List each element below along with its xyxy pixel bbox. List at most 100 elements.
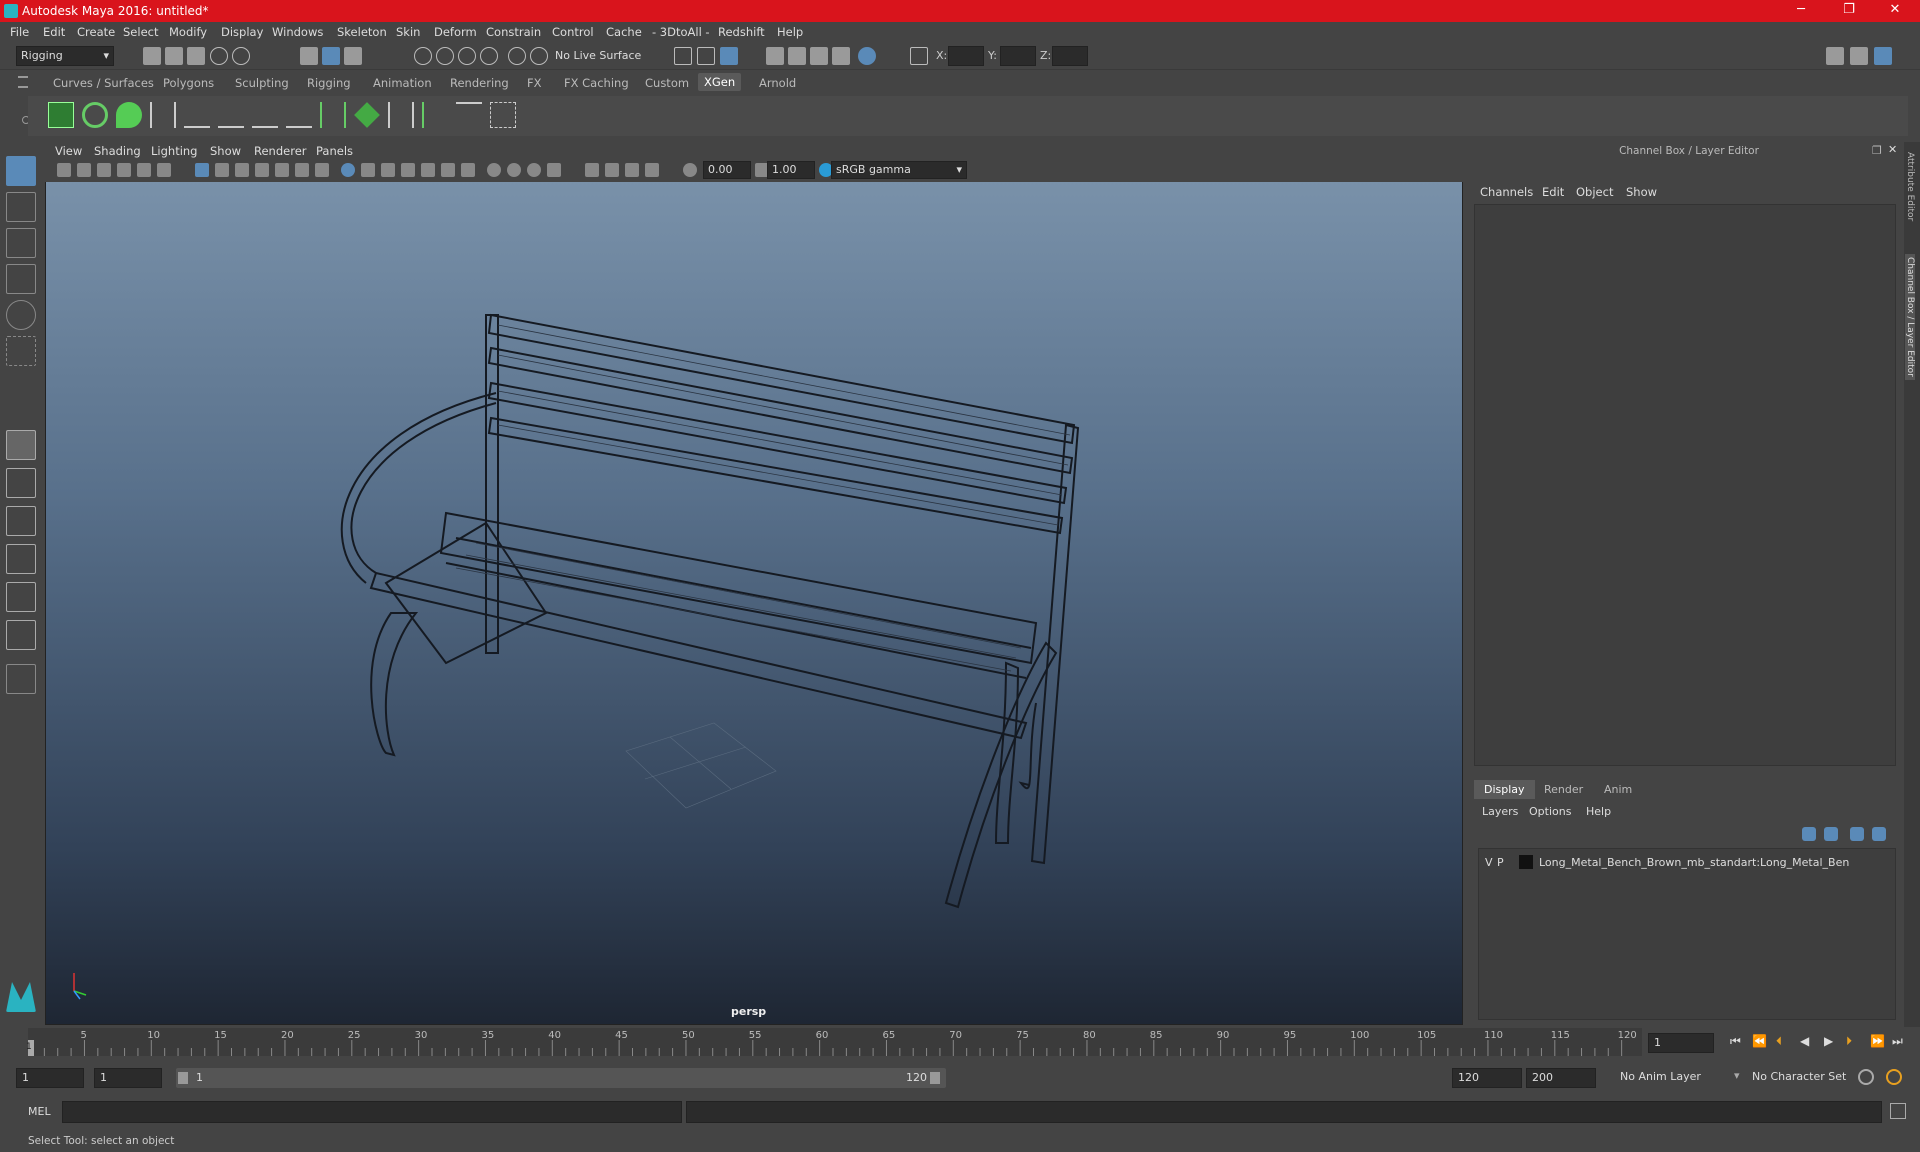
lasso-tool-icon[interactable]	[6, 192, 36, 222]
shadows-icon[interactable]	[441, 163, 455, 177]
play-backward-icon[interactable]: ◀	[1800, 1034, 1809, 1048]
minimize-button[interactable]: ─	[1786, 2, 1816, 17]
input-ops-icon[interactable]	[674, 47, 692, 65]
transform-constraint-icon[interactable]	[910, 47, 928, 65]
modeling-toolkit-icon[interactable]	[1826, 47, 1844, 65]
camera-select-icon[interactable]	[57, 163, 71, 177]
range-slider[interactable]: 1 120	[176, 1068, 946, 1088]
le-menu-help[interactable]: Help	[1586, 805, 1611, 818]
character-set-dropdown[interactable]: No Character Set	[1752, 1070, 1846, 1083]
channel-box-tab[interactable]: Channel Box / Layer Editor	[1905, 254, 1915, 380]
xgen-lock-guide-icon[interactable]	[286, 102, 312, 128]
layer-playback-toggle[interactable]: P	[1497, 856, 1504, 869]
new-empty-layer-icon[interactable]	[1850, 827, 1864, 841]
shelf-tab-rigging[interactable]: Rigging	[307, 76, 351, 90]
playback-start-field[interactable]: 1	[94, 1068, 162, 1088]
menu-windows[interactable]: Windows	[272, 25, 323, 39]
xgen-preview-icon[interactable]	[82, 102, 108, 128]
menu-select[interactable]: Select	[123, 25, 158, 39]
play-forward-icon[interactable]: ▶	[1824, 1034, 1833, 1048]
depth-of-field-icon[interactable]	[527, 163, 541, 177]
le-menu-layers[interactable]: Layers	[1482, 805, 1518, 818]
menu-constrain[interactable]: Constrain	[486, 25, 541, 39]
anim-start-field[interactable]: 1	[16, 1068, 84, 1088]
live-surface-label[interactable]: No Live Surface	[555, 49, 641, 62]
textured-icon[interactable]	[401, 163, 415, 177]
shelf-tab-xgen[interactable]: XGen	[698, 73, 742, 91]
shelf-tab-sculpting[interactable]: Sculpting	[235, 76, 289, 90]
xray-joints-icon[interactable]	[625, 163, 639, 177]
close-button[interactable]: ✕	[1880, 2, 1910, 17]
attribute-editor-tab[interactable]: Attribute Editor	[1905, 152, 1915, 221]
vp-menu-lighting[interactable]: Lighting	[151, 144, 197, 158]
2d-pan-icon[interactable]	[157, 163, 171, 177]
xgen-cut-icon[interactable]	[490, 102, 516, 128]
gamma-field[interactable]: 1.00	[767, 161, 815, 179]
xgen-add-guide-icon[interactable]	[218, 102, 244, 128]
gate-mask-icon[interactable]	[255, 163, 269, 177]
anim-layer-dropdown[interactable]: No Anim Layer	[1620, 1070, 1701, 1083]
shelf-tab-rendering[interactable]: Rendering	[450, 76, 509, 90]
grid-icon[interactable]	[195, 163, 209, 177]
snap-grid-icon[interactable]	[414, 47, 432, 65]
motion-blur-icon[interactable]	[487, 163, 501, 177]
camera-attrs-icon[interactable]	[77, 163, 91, 177]
backface-culling-icon[interactable]	[645, 163, 659, 177]
persp-graph-layout-icon[interactable]	[6, 544, 36, 574]
script-language-label[interactable]: MEL	[28, 1105, 51, 1118]
four-view-layout-icon[interactable]	[6, 468, 36, 498]
z-field[interactable]	[1052, 46, 1088, 66]
xgen-brush-icon[interactable]	[422, 102, 448, 128]
paint-select-tool-icon[interactable]	[6, 228, 36, 258]
maya-home-icon[interactable]	[6, 982, 36, 1012]
safe-title-icon[interactable]	[315, 163, 329, 177]
y-field[interactable]	[1000, 46, 1036, 66]
custom-layout-icon[interactable]	[6, 664, 36, 694]
anim-preferences-icon[interactable]	[1886, 1069, 1902, 1085]
step-forward-frame-icon[interactable]: ⏵	[1846, 1034, 1852, 1049]
hypershade-icon[interactable]	[858, 47, 876, 65]
shelf-tab-animation[interactable]: Animation	[373, 76, 432, 90]
persp-hypershade-layout-icon[interactable]	[6, 582, 36, 612]
render-settings-icon[interactable]	[832, 47, 850, 65]
menu-3dtoall[interactable]: - 3DtoAll -	[652, 25, 710, 39]
move-tool-icon[interactable]	[6, 264, 36, 294]
wireframe-on-shaded-icon[interactable]	[381, 163, 395, 177]
menu-modify[interactable]: Modify	[169, 25, 207, 39]
step-forward-key-icon[interactable]: ⏩	[1870, 1034, 1885, 1048]
lights-icon[interactable]	[421, 163, 435, 177]
safe-action-icon[interactable]	[295, 163, 309, 177]
script-editor-icon[interactable]	[1890, 1103, 1906, 1119]
smooth-shade-icon[interactable]	[361, 163, 375, 177]
outliner-persp-layout-icon[interactable]	[6, 620, 36, 650]
time-ruler[interactable]: 5 10 15 20 25 30 35 40 45 50 55 60 65 70 75 80 85 90 95 100…	[26, 1028, 1642, 1056]
shelf-tab-custom[interactable]: Custom	[645, 76, 689, 90]
vp-menu-panels[interactable]: Panels	[316, 144, 353, 158]
vp-menu-renderer[interactable]: Renderer	[254, 144, 307, 158]
vp-menu-view[interactable]: View	[55, 144, 82, 158]
range-end-handle[interactable]	[930, 1072, 940, 1084]
restore-button[interactable]: ❐	[1834, 2, 1864, 17]
shelf-tab-fx-caching[interactable]: FX Caching	[564, 76, 629, 90]
new-layer-selected-icon[interactable]	[1872, 827, 1886, 841]
shelf-tab-arnold[interactable]: Arnold	[759, 76, 796, 90]
viewport-panel[interactable]: persp	[45, 142, 1463, 1025]
vp-menu-shading[interactable]: Shading	[94, 144, 141, 158]
xgen-place-guide-icon[interactable]	[184, 102, 210, 128]
current-frame-field[interactable]: 1	[1648, 1033, 1714, 1053]
bench-wireframe[interactable]	[46, 143, 1464, 1026]
xray-active-icon[interactable]	[605, 163, 619, 177]
render-current-icon[interactable]	[788, 47, 806, 65]
auto-key-icon[interactable]	[1858, 1069, 1874, 1085]
layer-row[interactable]: V P Long_Metal_Bench_Brown_mb_standart:L…	[1479, 852, 1895, 872]
xgen-comb-icon[interactable]	[456, 102, 482, 128]
step-back-key-icon[interactable]: ⏪	[1752, 1034, 1767, 1048]
xray-icon[interactable]	[585, 163, 599, 177]
select-tool-icon[interactable]	[6, 156, 36, 186]
cb-menu-object[interactable]: Object	[1576, 185, 1613, 199]
move-layer-up-icon[interactable]	[1802, 827, 1816, 841]
snap-curve-icon[interactable]	[436, 47, 454, 65]
menu-control[interactable]: Control	[552, 25, 594, 39]
layer-tab-display[interactable]: Display	[1474, 780, 1535, 799]
layer-visibility-toggle[interactable]: V	[1485, 856, 1493, 869]
